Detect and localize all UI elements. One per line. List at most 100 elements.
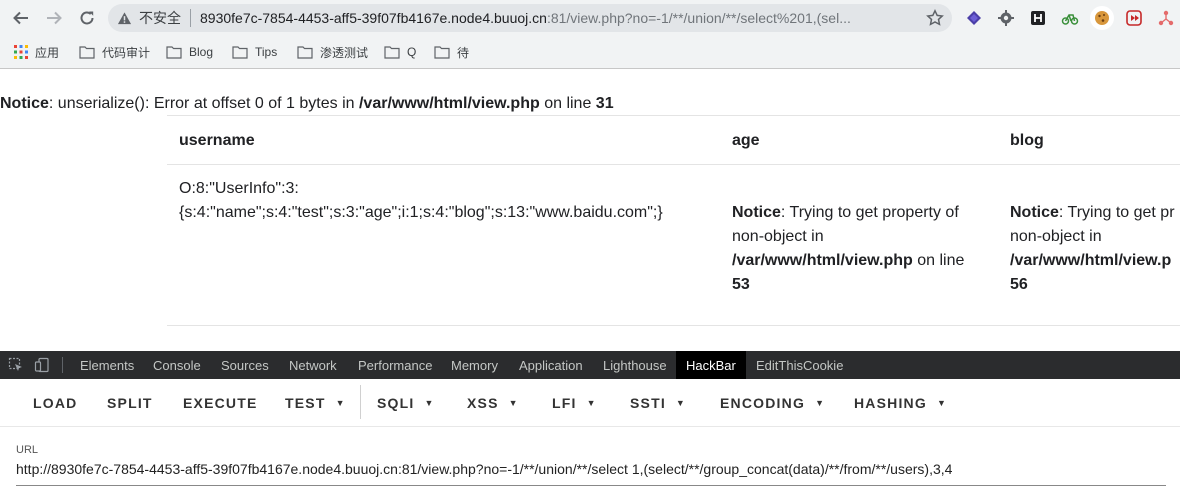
- bookmark-star-icon[interactable]: [926, 9, 944, 27]
- caret-down-icon: ▼: [335, 398, 345, 408]
- table-header-border: [167, 164, 1180, 165]
- notice-text: : Trying to get property of: [780, 204, 959, 221]
- button-label: ENCODING: [720, 395, 806, 411]
- bookmark-label: 渗透测试: [320, 45, 369, 60]
- hackbar-divider: [360, 385, 361, 419]
- notice-file: /var/www/html/view.php: [358, 95, 540, 112]
- folder-icon: [232, 46, 248, 59]
- execute-button[interactable]: EXECUTE: [183, 395, 258, 411]
- table-top-border: [167, 115, 1180, 116]
- caret-down-icon: ▼: [675, 398, 685, 408]
- tab-console[interactable]: Console: [153, 351, 201, 379]
- arrow-right-icon: [47, 11, 62, 25]
- url-field[interactable]: http://8930fe7c-7854-4453-aff5-39f07fb41…: [16, 461, 952, 477]
- inspect-element-icon[interactable]: [8, 357, 24, 373]
- button-label: EXECUTE: [183, 395, 258, 411]
- tab-application[interactable]: Application: [519, 351, 583, 379]
- bookmark-label: Blog: [189, 45, 214, 59]
- notice-text: : Trying to get pr: [1058, 204, 1175, 221]
- ssti-dropdown[interactable]: SSTI ▼: [630, 395, 685, 411]
- extension-network-icon[interactable]: [1156, 8, 1176, 28]
- bookmark-label: 应用: [35, 45, 60, 60]
- bookmark-folder-pending[interactable]: 待: [434, 43, 469, 61]
- extension-red-play-icon[interactable]: [1124, 8, 1144, 28]
- test-dropdown[interactable]: TEST ▼: [285, 395, 345, 411]
- notice-text-2: non-object in: [1010, 228, 1102, 245]
- notice-line-number: 53: [732, 276, 750, 293]
- tab-sources[interactable]: Sources: [221, 351, 269, 379]
- folder-icon: [79, 46, 95, 59]
- bookmark-folder-tips[interactable]: Tips: [232, 43, 277, 61]
- bookmarks-bar: 应用 代码审计 Blog Tips 渗透测试 Q 待: [0, 36, 1180, 69]
- page-content: Notice: unserialize(): Error at offset 0…: [0, 69, 1180, 351]
- reload-button[interactable]: [76, 7, 98, 29]
- table-cell-username: O:8:"UserInfo":3: {s:4:"name";s:4:"test"…: [179, 177, 663, 225]
- reload-icon: [80, 11, 94, 25]
- split-button[interactable]: SPLIT: [107, 395, 153, 411]
- folder-icon: [384, 46, 400, 59]
- sqli-dropdown[interactable]: SQLI ▼: [377, 395, 433, 411]
- button-label: SSTI: [630, 395, 666, 411]
- tab-network[interactable]: Network: [289, 351, 337, 379]
- forward-button[interactable]: [43, 7, 65, 29]
- bookmark-label: Q: [407, 45, 417, 59]
- caret-down-icon: ▼: [424, 398, 434, 408]
- php-notice-unserialize: Notice: unserialize(): Error at offset 0…: [0, 95, 614, 113]
- tab-memory[interactable]: Memory: [451, 351, 498, 379]
- bookmark-folder-q[interactable]: Q: [384, 43, 416, 61]
- encoding-dropdown[interactable]: ENCODING ▼: [720, 395, 824, 411]
- notice-mid: on line: [539, 95, 596, 112]
- tab-elements[interactable]: Elements: [80, 351, 134, 379]
- notice-label: Notice: [0, 95, 49, 112]
- extension-h-icon[interactable]: [1028, 8, 1048, 28]
- xss-dropdown[interactable]: XSS ▼: [467, 395, 518, 411]
- notice-line-number: 31: [595, 95, 614, 112]
- bookmark-label: 代码审计: [102, 45, 151, 60]
- button-label: SQLI: [377, 395, 415, 411]
- notice-text-2: non-object in: [732, 228, 824, 245]
- omnibox-separator: [190, 9, 191, 27]
- folder-icon: [297, 46, 313, 59]
- back-button[interactable]: [10, 7, 32, 29]
- load-button[interactable]: LOAD: [33, 395, 77, 411]
- button-label: TEST: [285, 395, 326, 411]
- insecure-label[interactable]: 不安全: [139, 8, 181, 28]
- bookmark-folder-blog[interactable]: Blog: [166, 43, 213, 61]
- tab-editthiscookie[interactable]: EditThisCookie: [756, 351, 843, 379]
- bookmark-label: 待: [457, 45, 470, 60]
- lfi-dropdown[interactable]: LFI ▼: [552, 395, 596, 411]
- device-toolbar-icon[interactable]: [34, 357, 50, 373]
- bookmark-folder-code-audit[interactable]: 代码审计: [79, 43, 150, 61]
- url-field-label: URL: [16, 444, 39, 456]
- extension-gear-icon[interactable]: [996, 8, 1016, 28]
- address-bar[interactable]: 不安全 8930fe7c-7854-4453-aff5-39f07fb4167e…: [108, 4, 952, 32]
- extension-bike-icon[interactable]: [1060, 8, 1080, 28]
- table-bottom-border: [167, 325, 1180, 326]
- column-header-blog: blog: [1010, 132, 1044, 149]
- hackbar-toolbar: LOAD SPLIT EXECUTE TEST ▼ SQLI ▼ XSS ▼ LFI ▼…: [0, 379, 1180, 427]
- folder-icon: [166, 46, 182, 59]
- button-label: LFI: [552, 395, 577, 411]
- button-label: LOAD: [33, 395, 78, 411]
- username-line-1: O:8:"UserInfo":3:: [179, 180, 299, 197]
- apps-grid-icon: [14, 45, 28, 59]
- arrow-left-icon: [13, 11, 28, 25]
- notice-line-number: 56: [1010, 276, 1028, 293]
- extension-purple-icon[interactable]: [964, 8, 984, 28]
- caret-down-icon: ▼: [508, 398, 518, 408]
- url-host: 8930fe7c-7854-4453-aff5-39f07fb4167e.nod…: [200, 10, 547, 26]
- column-header-username: username: [179, 132, 255, 149]
- hashing-dropdown[interactable]: HASHING ▼: [854, 395, 946, 411]
- bookmark-folder-pentest[interactable]: 渗透测试: [297, 43, 368, 61]
- tab-hackbar[interactable]: HackBar: [676, 351, 746, 379]
- caret-down-icon: ▼: [815, 398, 824, 408]
- extension-cookie-icon[interactable]: [1090, 6, 1114, 30]
- button-label: XSS: [467, 395, 499, 411]
- tab-performance[interactable]: Performance: [358, 351, 432, 379]
- column-header-age: age: [732, 132, 760, 149]
- button-label: HASHING: [854, 395, 927, 411]
- tab-lighthouse[interactable]: Lighthouse: [603, 351, 667, 379]
- bookmark-apps[interactable]: 应用: [14, 43, 59, 61]
- caret-down-icon: ▼: [936, 398, 946, 408]
- url-field-underline: [16, 485, 1166, 486]
